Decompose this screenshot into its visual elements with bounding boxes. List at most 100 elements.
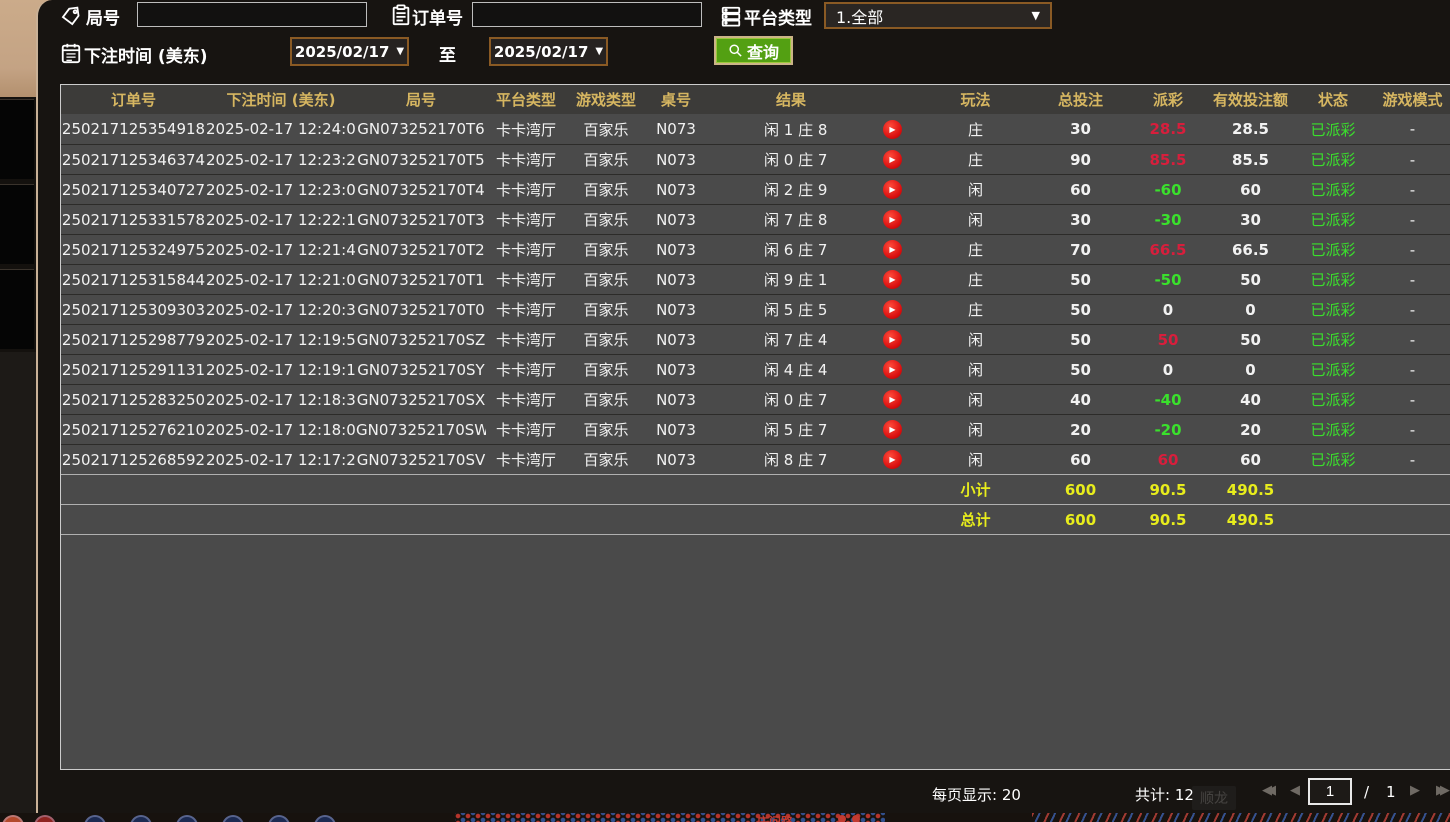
col-header-play: 玩法 <box>960 91 991 109</box>
cell-round-no: GN073252170SX <box>356 390 486 409</box>
table-row: 250217125324975 2025-02-17 12:21:48 GN07… <box>61 234 1450 264</box>
replay-icon[interactable]: ▶ <box>883 420 902 439</box>
status-badge: 已派彩 <box>1310 271 1356 289</box>
replay-icon[interactable]: ▶ <box>883 210 902 229</box>
round-no-input[interactable] <box>137 2 367 27</box>
cell-platform: 卡卡湾厅 <box>495 331 556 349</box>
next-page-button[interactable]: ▶ <box>1410 783 1420 798</box>
cell-table-no: N073 <box>656 330 696 349</box>
table-row: 250217125346374 2025-02-17 12:23:27 GN07… <box>61 144 1450 174</box>
status-badge: 已派彩 <box>1310 421 1356 439</box>
date-from-picker[interactable]: 2025/02/17 ▼ <box>290 37 409 66</box>
cell-payout: 85.5 <box>1149 150 1187 169</box>
cell-platform: 卡卡湾厅 <box>495 361 556 379</box>
cell-total-bet: 70 <box>1070 240 1091 259</box>
cell-game-type: 百家乐 <box>583 211 629 229</box>
cell-game-type: 百家乐 <box>583 391 629 409</box>
cell-total-bet: 60 <box>1070 180 1091 199</box>
cell-order-id: 250217125309303 <box>61 300 206 319</box>
platform-type-value: 1.全部 <box>836 7 884 27</box>
cell-bet-time: 2025-02-17 12:22:17 <box>206 210 356 229</box>
col-header-status: 状态 <box>1317 91 1348 109</box>
result-text: 闲 7 庄 8 <box>764 211 828 229</box>
cell-payout: 66.5 <box>1149 240 1187 259</box>
cell-play: 庄 <box>967 301 983 319</box>
total-row: 总计 600 90.5 490.5 <box>61 504 1450 534</box>
cell-round-no: GN073252170T3 <box>357 210 485 229</box>
cell-bet-time: 2025-02-17 12:23:27 <box>206 150 356 169</box>
cell-bet-time: 2025-02-17 12:20:36 <box>206 300 356 319</box>
replay-icon[interactable]: ▶ <box>883 360 902 379</box>
cell-payout: 0 <box>1162 300 1174 319</box>
cell-result: 闲 0 庄 7 ▶ <box>706 149 918 170</box>
cell-play: 闲 <box>967 391 983 409</box>
cell-result: 闲 1 庄 8 ▶ <box>706 119 918 140</box>
cell-game-mode: - <box>1409 180 1416 199</box>
replay-icon[interactable]: ▶ <box>883 390 902 409</box>
date-to-picker[interactable]: 2025/02/17 ▼ <box>489 37 608 66</box>
cell-table-no: N073 <box>656 390 696 409</box>
cell-result: 闲 5 庄 5 ▶ <box>706 299 918 320</box>
replay-icon[interactable]: ▶ <box>883 180 902 199</box>
cell-valid-bet: 28.5 <box>1231 120 1269 138</box>
page-total: 1 <box>1386 783 1396 801</box>
replay-icon[interactable]: ▶ <box>883 450 902 469</box>
cell-platform: 卡卡湾厅 <box>495 421 556 439</box>
prev-page-button[interactable]: ◀ <box>1290 783 1300 798</box>
page-number-input[interactable] <box>1308 778 1352 805</box>
pagination-bar: 每页显示: 20 共计: 12 ◀◀ ◀ / 1 ▶ ▶▶ <box>38 770 1450 813</box>
cell-order-id: 250217125324975 <box>61 240 206 259</box>
search-button-label: 查询 <box>746 44 779 62</box>
cell-play: 闲 <box>967 331 983 349</box>
background-bleed-badge: 顺龙 <box>1192 786 1236 810</box>
cell-game-type: 百家乐 <box>583 271 629 289</box>
status-badge: 已派彩 <box>1310 451 1356 469</box>
order-no-label: 订单号 <box>412 9 463 29</box>
road-dot <box>838 815 846 822</box>
col-header-game-type: 游戏类型 <box>575 91 636 109</box>
replay-icon[interactable]: ▶ <box>883 300 902 319</box>
replay-icon[interactable]: ▶ <box>883 240 902 259</box>
replay-icon[interactable]: ▶ <box>883 330 902 349</box>
cell-result: 闲 9 庄 1 ▶ <box>706 269 918 290</box>
cell-table-no: N073 <box>656 360 696 379</box>
cell-platform: 卡卡湾厅 <box>495 181 556 199</box>
col-header-game-mode: 游戏模式 <box>1382 91 1443 109</box>
cell-result: 闲 5 庄 7 ▶ <box>706 419 918 440</box>
page-separator: / <box>1364 783 1370 801</box>
cell-game-type: 百家乐 <box>583 120 629 139</box>
cell-total-bet: 20 <box>1070 420 1091 439</box>
date-to-value: 2025/02/17 <box>493 42 589 61</box>
search-button[interactable]: 查询 <box>714 36 793 65</box>
total-payout: 90.5 <box>1149 510 1187 529</box>
table-row: 250217125298779 2025-02-17 12:19:50 GN07… <box>61 324 1450 354</box>
first-page-button[interactable]: ◀◀ <box>1262 783 1276 798</box>
replay-icon[interactable]: ▶ <box>883 150 902 169</box>
cell-game-mode: - <box>1409 240 1416 259</box>
cell-total-bet: 90 <box>1070 150 1091 169</box>
order-no-input[interactable] <box>472 2 702 27</box>
cell-table-no: N073 <box>656 120 696 138</box>
cell-result: 闲 8 庄 7 ▶ <box>706 449 918 470</box>
replay-icon[interactable]: ▶ <box>883 270 902 289</box>
cell-result: 闲 7 庄 4 ▶ <box>706 329 918 350</box>
status-badge: 已派彩 <box>1310 241 1356 259</box>
calendar-icon <box>60 41 82 65</box>
cell-game-type: 百家乐 <box>583 301 629 319</box>
platform-type-select[interactable]: 1.全部 ▼ <box>824 2 1052 29</box>
cell-play: 庄 <box>967 271 983 289</box>
cell-game-mode: - <box>1409 420 1416 439</box>
replay-icon[interactable]: ▶ <box>883 119 902 139</box>
cell-bet-time: 2025-02-17 12:18:03 <box>206 420 356 439</box>
cell-round-no: GN073252170SV <box>356 450 486 469</box>
cell-valid-bet: 0 <box>1245 300 1256 319</box>
cell-valid-bet: 85.5 <box>1231 150 1269 169</box>
road-dot <box>852 815 860 822</box>
subtotal-row: 小计 600 90.5 490.5 <box>61 474 1450 504</box>
last-page-button[interactable]: ▶▶ <box>1436 783 1450 798</box>
cell-order-id: 250217125268592 <box>61 450 206 469</box>
cell-valid-bet: 60 <box>1240 180 1261 199</box>
result-text: 闲 5 庄 7 <box>764 421 828 439</box>
cell-table-no: N073 <box>656 420 696 439</box>
bead-road <box>455 813 885 822</box>
